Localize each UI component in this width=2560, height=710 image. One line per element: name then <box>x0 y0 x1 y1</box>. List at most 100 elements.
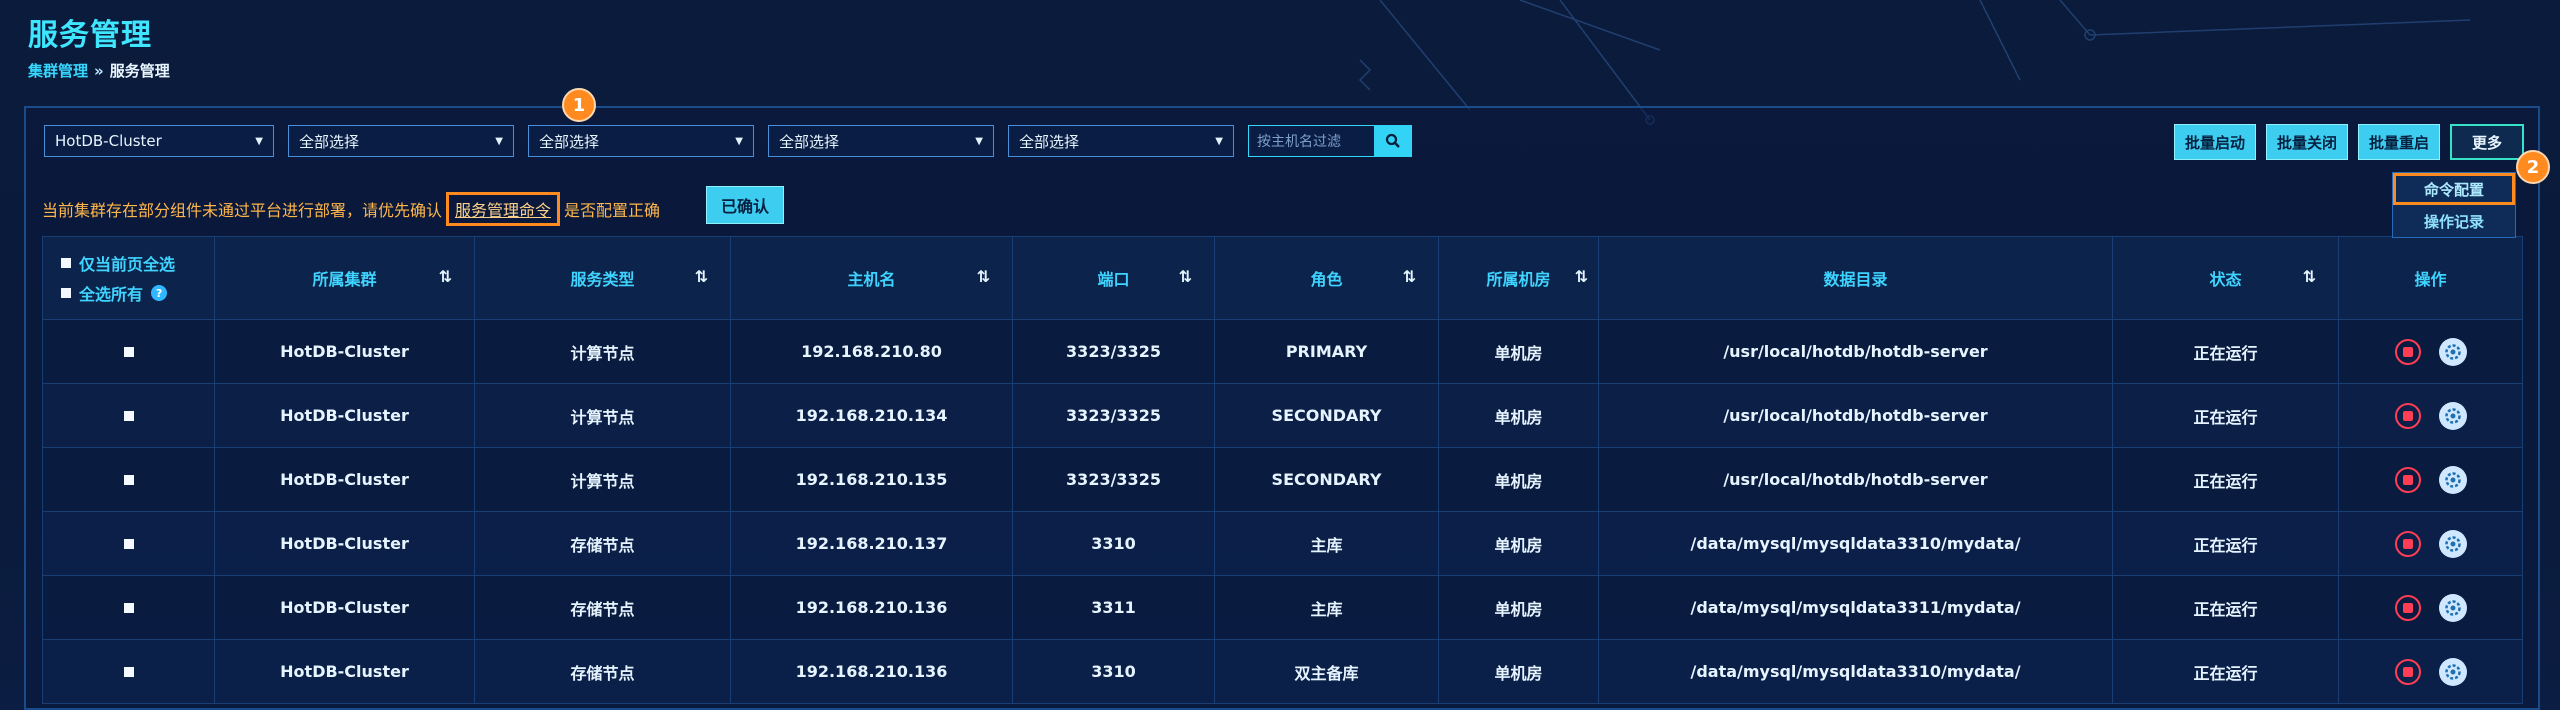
cell-host: 192.168.210.80 <box>730 319 1013 384</box>
row-checkbox-cell[interactable] <box>42 383 215 448</box>
stop-icon[interactable] <box>2394 402 2421 429</box>
filter-select-2[interactable]: 全部选择 ▼ <box>288 125 514 157</box>
batch-start-button[interactable]: 批量启动 <box>2173 124 2256 160</box>
cell-status: 正在运行 <box>2112 511 2339 576</box>
table-row[interactable]: HotDB-Cluster 计算节点 192.168.210.134 3323/332… <box>42 383 2523 448</box>
column-header-room[interactable]: 所属机房 ⇅ <box>1438 236 1599 320</box>
column-header-type[interactable]: 服务类型 ⇅ <box>474 236 731 320</box>
chevron-down-icon: ▼ <box>495 135 503 147</box>
gear-icon[interactable] <box>2438 337 2467 366</box>
sort-icon[interactable]: ⇅ <box>977 267 990 286</box>
cell-type: 存储节点 <box>474 639 731 704</box>
column-label: 数据目录 <box>1823 270 1888 289</box>
stop-icon[interactable] <box>2394 658 2421 685</box>
service-command-link[interactable]: 服务管理命令 <box>446 192 561 226</box>
cell-dir: /usr/local/hotdb/hotdb-server <box>1598 447 2113 512</box>
cell-status: 正在运行 <box>2112 383 2339 448</box>
cell-type: 计算节点 <box>474 383 731 448</box>
more-button[interactable]: 更多 <box>2450 124 2524 160</box>
sort-icon[interactable]: ⇅ <box>439 267 452 286</box>
cluster-select[interactable]: HotDB-Cluster ▼ <box>44 125 274 157</box>
checkbox[interactable] <box>123 539 134 549</box>
sort-icon[interactable]: ⇅ <box>1575 267 1588 286</box>
row-checkbox-cell[interactable] <box>42 447 215 512</box>
chevron-down-icon: ▼ <box>735 135 743 147</box>
checkbox[interactable] <box>61 258 71 268</box>
stop-icon[interactable] <box>2394 338 2421 365</box>
search-icon <box>1385 133 1400 148</box>
cell-room: 单机房 <box>1438 511 1599 576</box>
cell-port: 3310 <box>1012 511 1215 576</box>
deployment-notice: 当前集群存在部分组件未通过平台进行部署，请优先确认 服务管理命令 是否配置正确 <box>42 192 660 226</box>
cell-port: 3323/3325 <box>1012 383 1215 448</box>
filter-select-2-value: 全部选择 <box>299 132 360 151</box>
row-checkbox-cell[interactable] <box>42 319 215 384</box>
checkbox[interactable] <box>61 288 71 298</box>
service-panel: HotDB-Cluster ▼ 全部选择 ▼ 全部选择 ▼ 全部选择 ▼ 全部选… <box>24 88 2540 710</box>
filter-select-4[interactable]: 全部选择 ▼ <box>768 125 994 157</box>
row-ops-cell <box>2338 639 2523 704</box>
gear-icon[interactable] <box>2438 593 2467 622</box>
row-checkbox-cell[interactable] <box>42 575 215 640</box>
row-ops-cell <box>2338 447 2523 512</box>
column-header-cluster[interactable]: 所属集群 ⇅ <box>214 236 475 320</box>
breadcrumb-parent-link[interactable]: 集群管理 <box>28 62 88 80</box>
column-header-host[interactable]: 主机名 ⇅ <box>730 236 1013 320</box>
gear-icon[interactable] <box>2438 465 2467 494</box>
menu-item-operation-log[interactable]: 操作记录 <box>2393 205 2515 237</box>
checkbox[interactable] <box>123 667 134 677</box>
table-row[interactable]: HotDB-Cluster 存储节点 192.168.210.136 3310 双主备库… <box>42 639 2523 704</box>
cell-host: 192.168.210.135 <box>730 447 1013 512</box>
cell-room: 单机房 <box>1438 575 1599 640</box>
stop-icon[interactable] <box>2394 530 2421 557</box>
column-header-role[interactable]: 角色 ⇅ <box>1214 236 1439 320</box>
table-header-row: 仅当前页全选 全选所有? 所属集群 ⇅ 服务类型 ⇅ 主机名 ⇅ 端口 ⇅ 角色 ⇅ 所属… <box>42 236 2523 320</box>
batch-restart-button[interactable]: 批量重启 <box>2357 124 2440 160</box>
breadcrumb-separator: » <box>94 62 104 80</box>
table-row[interactable]: HotDB-Cluster 计算节点 192.168.210.135 3323/332… <box>42 447 2523 512</box>
confirm-button[interactable]: 已确认 <box>706 186 784 224</box>
stop-icon[interactable] <box>2394 594 2421 621</box>
row-checkbox-cell[interactable] <box>42 639 215 704</box>
cell-port: 3323/3325 <box>1012 319 1215 384</box>
filter-select-5[interactable]: 全部选择 ▼ <box>1008 125 1234 157</box>
select-all[interactable]: 全选所有? <box>61 281 213 305</box>
batch-stop-button[interactable]: 批量关闭 <box>2265 124 2348 160</box>
more-dropdown-menu: 命令配置 操作记录 <box>2392 172 2516 238</box>
table-row[interactable]: HotDB-Cluster 存储节点 192.168.210.137 3310 主库 单机… <box>42 511 2523 576</box>
stop-icon[interactable] <box>2394 466 2421 493</box>
sort-icon[interactable]: ⇅ <box>695 267 708 286</box>
gear-icon[interactable] <box>2438 529 2467 558</box>
cell-host: 192.168.210.137 <box>730 511 1013 576</box>
sort-icon[interactable]: ⇅ <box>1403 267 1416 286</box>
column-header-port[interactable]: 端口 ⇅ <box>1012 236 1215 320</box>
cell-dir: /usr/local/hotdb/hotdb-server <box>1598 319 2113 384</box>
table-row[interactable]: HotDB-Cluster 存储节点 192.168.210.136 3311 主库 单机… <box>42 575 2523 640</box>
cell-role: PRIMARY <box>1214 319 1439 384</box>
table-row[interactable]: HotDB-Cluster 计算节点 192.168.210.80 3323/3325… <box>42 319 2523 384</box>
breadcrumb: 集群管理 » 服务管理 <box>28 60 170 81</box>
checkbox[interactable] <box>123 603 134 613</box>
row-checkbox-cell[interactable] <box>42 511 215 576</box>
cell-role: SECONDARY <box>1214 383 1439 448</box>
filter-select-3-value: 全部选择 <box>539 132 600 151</box>
filter-toolbar: HotDB-Cluster ▼ 全部选择 ▼ 全部选择 ▼ 全部选择 ▼ 全部选… <box>44 124 1412 158</box>
filter-select-3[interactable]: 全部选择 ▼ <box>528 125 754 157</box>
menu-item-command-config[interactable]: 命令配置 <box>2393 173 2515 205</box>
cell-port: 3310 <box>1012 639 1215 704</box>
cell-room: 单机房 <box>1438 447 1599 512</box>
search-button[interactable] <box>1374 125 1412 157</box>
sort-icon[interactable]: ⇅ <box>1179 267 1192 286</box>
gear-icon[interactable] <box>2438 401 2467 430</box>
cluster-select-value: HotDB-Cluster <box>55 132 162 150</box>
select-current-page[interactable]: 仅当前页全选 <box>61 251 213 275</box>
checkbox[interactable] <box>123 411 134 421</box>
sort-icon[interactable]: ⇅ <box>2303 267 2316 286</box>
column-header-status[interactable]: 状态 ⇅ <box>2112 236 2339 320</box>
help-icon[interactable]: ? <box>151 285 168 301</box>
hostname-search: 按主机名过滤 <box>1248 125 1412 157</box>
checkbox[interactable] <box>123 475 134 485</box>
gear-icon[interactable] <box>2438 657 2467 686</box>
checkbox[interactable] <box>123 347 134 357</box>
hostname-search-input[interactable]: 按主机名过滤 <box>1248 125 1374 157</box>
